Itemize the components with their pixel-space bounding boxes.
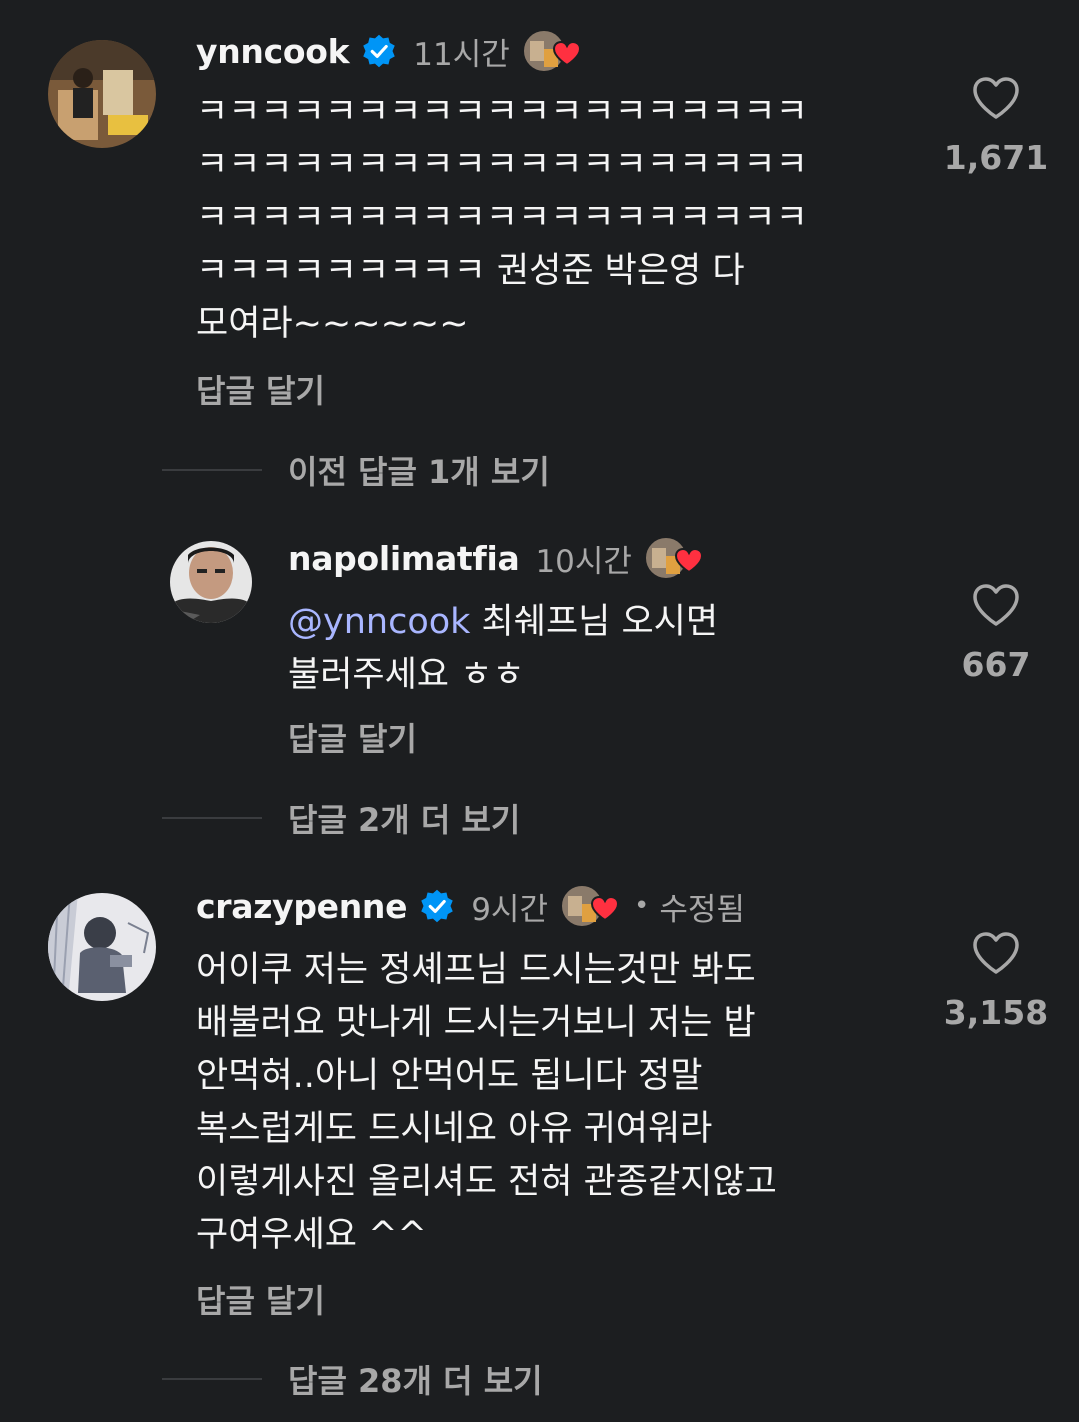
comment-time: 10시간 [535, 543, 632, 580]
username[interactable]: ynncook [196, 32, 350, 71]
verified-badge-icon [419, 888, 455, 924]
avatar[interactable] [170, 541, 252, 623]
comment-header: ynncook 11시간 [196, 26, 586, 76]
comment-header: napolimatfia 10시간 [288, 533, 708, 583]
comment-text: @ynncook 최쉐프님 오시면 불러주세요 ㅎㅎ [288, 596, 888, 702]
comment-text: ㅋㅋㅋㅋㅋㅋㅋㅋㅋㅋㅋㅋㅋㅋㅋㅋㅋㅋㅋ ㅋㅋㅋㅋㅋㅋㅋㅋㅋㅋㅋㅋㅋㅋㅋㅋㅋㅋㅋ … [196, 92, 808, 344]
comment-header: crazypenne 9시간 • 수정됨 [196, 881, 745, 931]
creator-liked-icon [559, 882, 624, 930]
mention-link[interactable]: @ynncook [288, 602, 470, 642]
heart-outline-icon[interactable] [972, 583, 1020, 627]
heart-outline-icon[interactable] [972, 76, 1020, 120]
like-column: 1,671 [936, 76, 1056, 177]
username[interactable]: napolimatfia [288, 539, 520, 578]
divider [162, 469, 262, 471]
view-more-replies[interactable]: 답글 2개 더 보기 [162, 796, 520, 840]
username[interactable]: crazypenne [196, 887, 408, 926]
divider [162, 1378, 262, 1380]
like-column: 667 [936, 583, 1056, 684]
reply-button[interactable]: 답글 달기 [196, 366, 325, 412]
view-previous-replies-label[interactable]: 이전 답글 1개 보기 [288, 447, 550, 493]
like-count: 3,158 [943, 993, 1049, 1032]
creator-liked-icon [643, 534, 708, 582]
reply-button[interactable]: 답글 달기 [196, 1276, 325, 1322]
avatar[interactable] [48, 893, 156, 1001]
edited-label: 수정됨 [659, 891, 745, 928]
like-count: 667 [961, 645, 1031, 684]
heart-outline-icon[interactable] [972, 931, 1020, 975]
view-more-replies-label[interactable]: 답글 28개 더 보기 [288, 1356, 543, 1402]
like-column: 3,158 [936, 931, 1056, 1032]
view-more-replies[interactable]: 답글 28개 더 보기 [162, 1357, 543, 1401]
comment-text: 어이쿠 저는 정셰프님 드시는것만 봐도 배불러요 맛나게 드시는거보니 저는 … [196, 950, 777, 1255]
like-count: 1,671 [943, 138, 1049, 177]
comment-time: 11시간 [413, 36, 510, 73]
separator-dot: • [633, 891, 650, 921]
avatar[interactable] [48, 40, 156, 148]
reply-button[interactable]: 답글 달기 [288, 714, 417, 760]
view-more-replies-label[interactable]: 답글 2개 더 보기 [288, 795, 520, 841]
creator-liked-icon [521, 27, 586, 75]
comment-time: 9시간 [471, 891, 548, 928]
verified-badge-icon [361, 33, 397, 69]
view-previous-replies[interactable]: 이전 답글 1개 보기 [162, 448, 550, 492]
divider [162, 817, 262, 819]
